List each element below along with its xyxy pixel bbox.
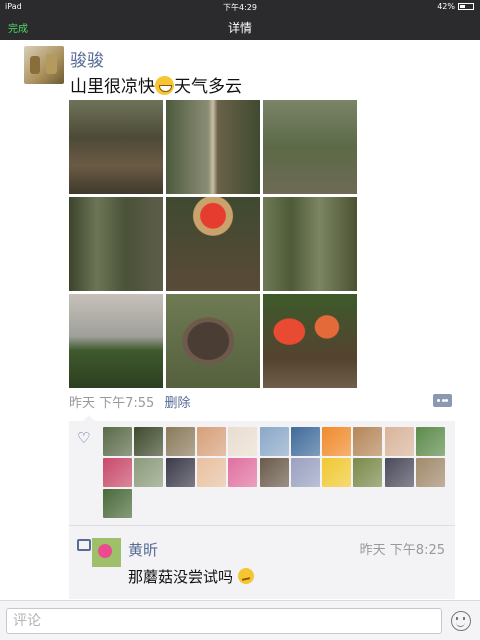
like-avatar[interactable] [322,427,352,456]
comment-text-main: 那蘑菇没尝试吗 [128,568,234,586]
nav-bar: 完成 详情 [0,14,480,40]
commenter-avatar[interactable] [92,538,121,567]
post-meta: 昨天 下午7:55 删除 [69,392,190,411]
comment-text[interactable]: 那蘑菇没尝试吗 [128,566,254,587]
photo-cedar-forest[interactable] [263,197,357,291]
author-avatar[interactable] [24,46,64,84]
like-avatar[interactable] [353,427,383,456]
post-detail: 骏骏 山里很凉快 天气多云 昨天 下午7:55 删除 ♡ 黄昕 昨天 下午8:25… [0,40,480,600]
post-time: 昨天 下午7:55 [69,396,155,411]
like-avatar[interactable] [103,458,132,487]
photo-red-mushrooms-pair[interactable] [263,294,357,388]
photo-forest-stone-stairs[interactable] [166,100,260,194]
photo-raccoon-dog[interactable] [166,294,260,388]
commenter-name[interactable]: 黄昕 [128,539,158,560]
grinning-face-emoji-icon [155,76,174,95]
status-time: 下午4:29 [223,3,257,12]
like-avatar[interactable] [196,458,226,487]
like-avatar[interactable] [259,427,289,456]
heart-icon: ♡ [77,429,91,447]
photo-red-mushroom[interactable] [166,197,260,291]
photo-grid [69,100,357,388]
battery-indicator: 42% [437,2,474,11]
like-avatar[interactable] [259,458,289,487]
like-avatar[interactable] [290,427,320,456]
post-text-suffix: 天气多云 [174,77,242,97]
like-avatar[interactable] [416,427,445,456]
comment-icon [77,539,91,551]
author-name[interactable]: 骏骏 [70,46,104,71]
status-bar: iPad 下午4:29 42% [0,0,480,14]
like-avatar[interactable] [134,427,164,456]
comment-input[interactable] [6,608,442,634]
post-text-main: 山里很凉快 [70,77,155,97]
photo-mountain-view[interactable] [69,294,163,388]
likes-comments-box: ♡ 黄昕 昨天 下午8:25 那蘑菇没尝试吗 [69,415,455,599]
like-avatar[interactable] [353,458,383,487]
page-title: 详情 [227,21,252,35]
like-avatar[interactable] [165,458,195,487]
like-avatar[interactable] [165,427,195,456]
emoji-picker-icon[interactable] [451,611,471,631]
post-text: 山里很凉快 天气多云 [70,72,242,97]
like-avatar[interactable] [103,427,132,456]
battery-icon [458,3,474,10]
like-avatar[interactable] [196,427,226,456]
like-avatar[interactable] [384,458,414,487]
like-avatar[interactable] [384,427,414,456]
like-avatar[interactable] [416,458,445,487]
comment-action-icon[interactable] [433,394,452,407]
like-avatar[interactable] [103,489,132,518]
like-avatar[interactable] [228,458,258,487]
comment-input-bar [0,600,480,640]
like-avatar[interactable] [322,458,352,487]
divider [69,525,455,526]
like-avatar[interactable] [290,458,320,487]
like-avatar[interactable] [134,458,164,487]
comment-time: 昨天 下午8:25 [359,543,445,558]
photo-forest-path-with-roots[interactable] [69,100,163,194]
like-avatar[interactable] [228,427,258,456]
delete-button[interactable]: 删除 [164,396,190,411]
thinking-face-emoji-icon [237,568,254,584]
battery-percent: 42% [437,2,455,11]
photo-forest-trail-with-bench[interactable] [263,100,357,194]
photo-forest-signpost[interactable] [69,197,163,291]
